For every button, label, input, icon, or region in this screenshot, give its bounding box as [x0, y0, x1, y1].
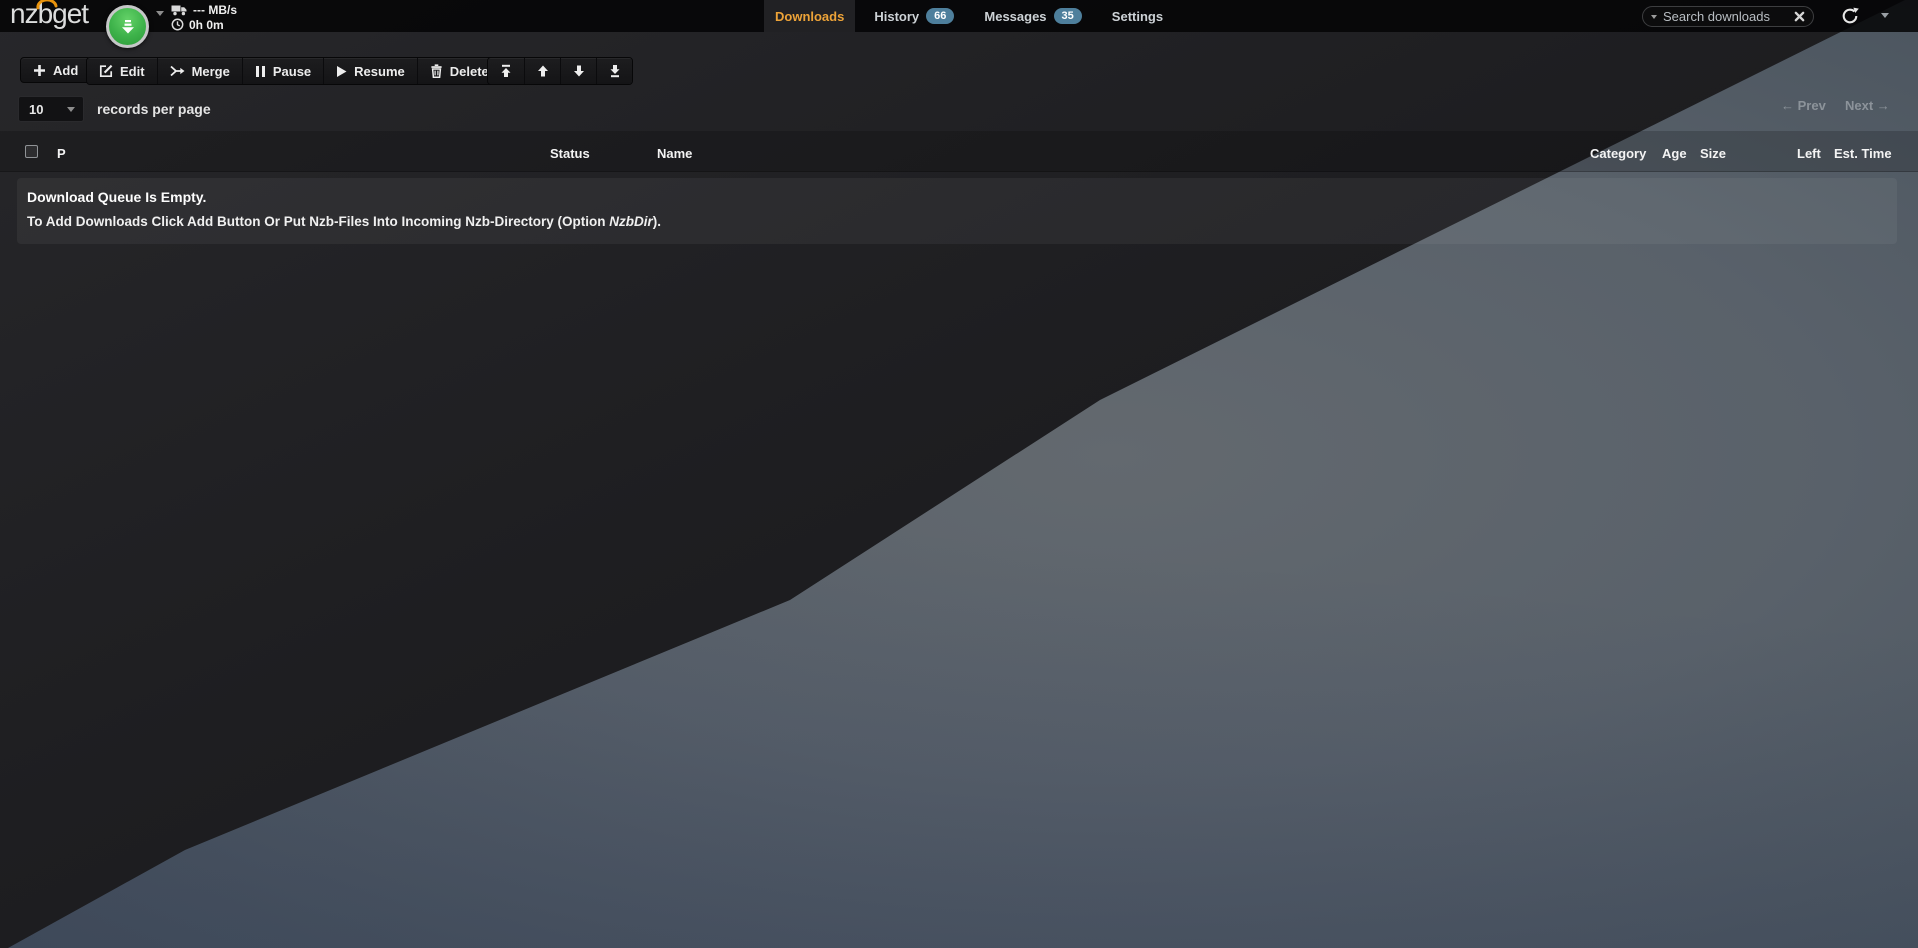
- add-button-label: Add: [53, 63, 78, 78]
- column-est-time: Est. Time: [1834, 146, 1892, 161]
- select-all-checkbox[interactable]: [25, 145, 38, 158]
- column-size: Size: [1700, 146, 1726, 161]
- speed-indicator: --- MB/s: [171, 3, 237, 16]
- move-down-button[interactable]: [560, 58, 596, 84]
- column-status: Status: [550, 146, 590, 161]
- play-icon: [336, 65, 347, 78]
- merge-icon: [170, 64, 185, 78]
- time-indicator: 0h 0m: [171, 18, 237, 31]
- tab-messages-label: Messages: [984, 9, 1046, 24]
- pause-icon: [255, 65, 266, 78]
- clock-icon: [171, 18, 184, 31]
- merge-button[interactable]: Merge: [157, 58, 242, 84]
- tab-downloads-label: Downloads: [775, 9, 844, 24]
- tab-downloads[interactable]: Downloads: [764, 0, 855, 32]
- navbar: nzbget --- MB/s: [0, 0, 1918, 32]
- empty-queue-panel: Download Queue Is Empty. To Add Download…: [17, 178, 1897, 244]
- column-p: P: [57, 146, 66, 161]
- clear-search-icon[interactable]: [1794, 11, 1805, 22]
- column-left: Left: [1797, 146, 1821, 161]
- edit-icon: [99, 64, 113, 78]
- empty-queue-body: To Add Downloads Click Add Button Or Put…: [27, 214, 1897, 229]
- move-up-button[interactable]: [524, 58, 560, 84]
- pause-button-label: Pause: [273, 64, 311, 79]
- tab-messages[interactable]: Messages 35: [973, 0, 1092, 32]
- column-name: Name: [657, 146, 692, 161]
- prev-link[interactable]: ← Prev: [1781, 98, 1826, 113]
- tab-settings-label: Settings: [1112, 9, 1163, 24]
- logo-swoosh-icon: [36, 0, 58, 10]
- column-category: Category: [1590, 146, 1646, 161]
- edit-button-label: Edit: [120, 64, 145, 79]
- edit-button[interactable]: Edit: [87, 58, 157, 84]
- search-dropdown-caret-icon[interactable]: [1651, 15, 1657, 19]
- arrow-up-icon: [536, 64, 550, 78]
- merge-button-label: Merge: [192, 64, 230, 79]
- arrow-down-icon: [572, 64, 586, 78]
- status-indicators: --- MB/s 0h 0m: [171, 3, 237, 33]
- empty-queue-body-text: To Add Downloads Click Add Button Or Put…: [27, 214, 609, 229]
- pause-button[interactable]: Pause: [242, 58, 323, 84]
- records-per-page-select[interactable]: 10: [18, 96, 84, 122]
- resume-button-label: Resume: [354, 64, 405, 79]
- move-top-button[interactable]: [488, 58, 524, 84]
- messages-count-badge: 35: [1054, 8, 1082, 24]
- column-age: Age: [1662, 146, 1687, 161]
- trash-icon: [430, 64, 443, 78]
- resume-button[interactable]: Resume: [323, 58, 417, 84]
- records-per-page-value: 10: [29, 102, 43, 117]
- move-buttons-group: [487, 57, 633, 85]
- refresh-icon: [1840, 6, 1860, 26]
- arrow-to-bottom-icon: [608, 64, 622, 78]
- download-all-button[interactable]: [106, 5, 149, 48]
- move-bottom-button[interactable]: [596, 58, 632, 84]
- plus-icon: [33, 64, 46, 77]
- truck-icon: [171, 4, 188, 16]
- search-input[interactable]: [1663, 9, 1788, 24]
- queue-actions-group: Edit Merge Pause Resume: [86, 57, 502, 85]
- arrow-to-top-icon: [499, 64, 513, 78]
- search-box[interactable]: [1642, 6, 1814, 27]
- speed-value: --- MB/s: [193, 3, 237, 17]
- logo-dropdown-caret-icon[interactable]: [156, 11, 164, 16]
- delete-button-label: Delete: [450, 64, 489, 79]
- add-button[interactable]: Add: [20, 57, 91, 83]
- records-caret-icon: [67, 107, 75, 112]
- time-value: 0h 0m: [189, 18, 224, 32]
- next-link[interactable]: Next →: [1845, 98, 1890, 113]
- main-tabs: Downloads History 66 Messages 35 Setting…: [760, 0, 1178, 32]
- tab-history-label: History: [874, 9, 919, 24]
- download-icon: [118, 17, 138, 37]
- records-per-page-label: records per page: [97, 101, 211, 117]
- refresh-button[interactable]: [1840, 6, 1860, 26]
- empty-queue-body-end: ).: [653, 214, 661, 229]
- refresh-dropdown-caret-icon[interactable]: [1881, 13, 1889, 18]
- tab-settings[interactable]: Settings: [1101, 0, 1174, 32]
- empty-queue-option-name: NzbDir: [609, 214, 653, 229]
- tab-history[interactable]: History 66: [863, 0, 965, 32]
- empty-queue-title: Download Queue Is Empty.: [27, 189, 1897, 205]
- history-count-badge: 66: [926, 8, 954, 24]
